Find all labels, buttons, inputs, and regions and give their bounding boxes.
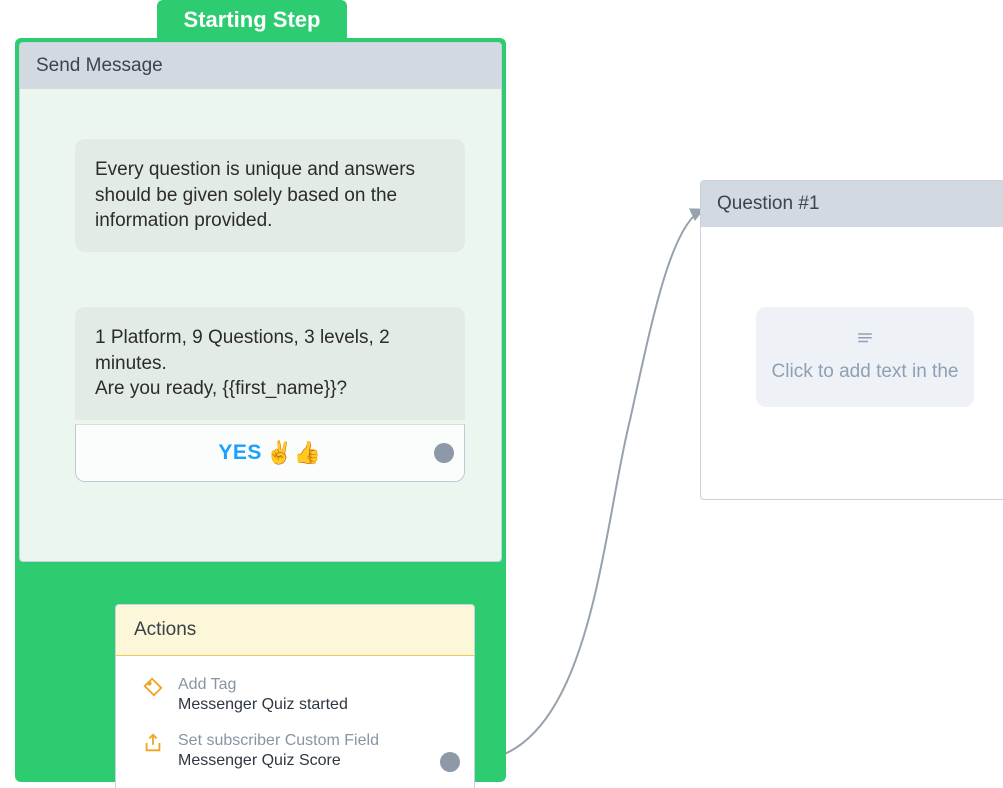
flow-canvas[interactable]: Starting Step Send Message Every questio… [0,0,1003,788]
action-row-custom-field[interactable]: Set subscriber Custom Field Messenger Qu… [142,732,448,770]
actions-body: Add Tag Messenger Quiz started Set subsc… [116,656,474,780]
yes-button[interactable]: YES ✌👍 [75,424,465,482]
send-message-card[interactable]: Send Message Every question is unique an… [19,42,502,562]
question-1-header: Question #1 [701,181,1003,227]
message-bubble-1[interactable]: Every question is unique and answers sho… [75,139,465,252]
send-message-header: Send Message [20,43,501,89]
yes-button-emoji: ✌👍 [266,440,322,466]
add-text-placeholder[interactable]: Click to add text in the [756,307,974,407]
custom-field-icon [142,732,164,754]
actions-card[interactable]: Actions Add Tag Messenger Quiz started [115,604,475,788]
text-lines-icon [854,331,876,355]
yes-button-port[interactable] [434,443,454,463]
message-bubble-2[interactable]: 1 Platform, 9 Questions, 3 levels, 2 min… [75,307,465,420]
starting-step-tab: Starting Step [157,0,347,40]
actions-header: Actions [116,605,474,656]
starting-step-node[interactable]: Send Message Every question is unique an… [15,38,506,782]
tag-icon [142,676,164,698]
actions-output-port[interactable] [440,752,460,772]
placeholder-text: Click to add text in the [772,361,959,383]
question-1-node[interactable]: Question #1 Click to add text in the [700,180,1003,500]
action-row-add-tag[interactable]: Add Tag Messenger Quiz started [142,676,448,714]
action-label: Add Tag [178,676,348,694]
action-value: Messenger Quiz Score [178,752,379,770]
action-value: Messenger Quiz started [178,696,348,714]
yes-button-label: YES [218,441,262,465]
action-label: Set subscriber Custom Field [178,732,379,750]
send-message-body: Every question is unique and answers sho… [20,89,501,502]
